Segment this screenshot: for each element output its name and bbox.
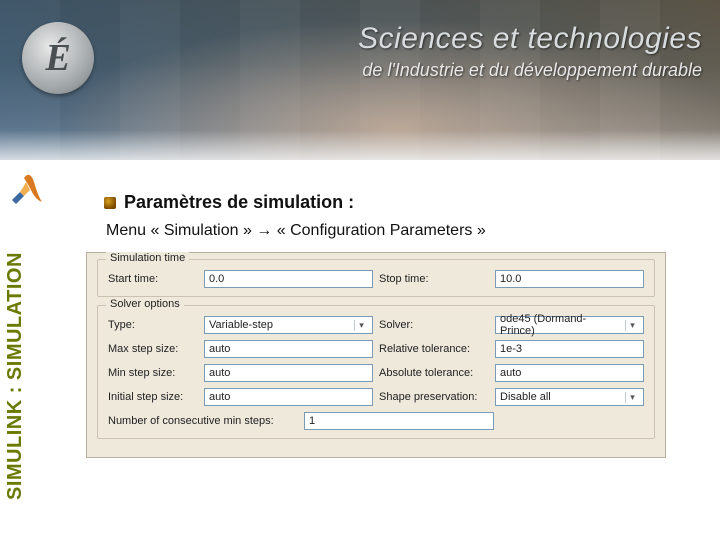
select-shape-pres[interactable]: Disable all ▾ [495,388,644,406]
input-consec-min[interactable]: 1 [304,412,494,430]
banner-subtitle: de l'Industrie et du développement durab… [358,60,702,81]
label-rel-tol: Relative tolerance: [379,343,489,355]
input-rel-tol[interactable]: 1e-3 [495,340,644,358]
menu-path-text: Menu « Simulation » → « Configuration Pa… [106,222,486,240]
label-solver: Solver: [379,319,489,331]
sidebar-label: SIMULINK : SIMULATION [4,252,27,500]
group-solver-options: Solver options Type: Variable-step ▾ Sol… [97,305,655,439]
label-consec-min: Number of consecutive min steps: [108,415,298,427]
label-type: Type: [108,319,198,331]
label-shape-pres: Shape preservation: [379,391,489,403]
label-stop-time: Stop time: [379,273,489,285]
select-solver[interactable]: ode45 (Dormand-Prince) ▾ [495,316,644,334]
select-type[interactable]: Variable-step ▾ [204,316,373,334]
bullet-icon [104,197,116,209]
chevron-down-icon: ▾ [625,320,639,331]
banner-title: Sciences et technologies [358,22,702,56]
banner-fade [0,130,720,190]
label-min-step: Min step size: [108,367,198,379]
section-heading: Paramètres de simulation : [104,192,354,213]
heading-text: Paramètres de simulation : [124,192,354,213]
label-abs-tol: Absolute tolerance: [379,367,489,379]
config-panel: Simulation time Start time: 0.0 Stop tim… [86,252,666,458]
banner-title-block: Sciences et technologies de l'Industrie … [358,22,702,81]
label-start-time: Start time: [108,273,198,285]
logo-badge-letter: É [45,36,70,80]
input-start-time[interactable]: 0.0 [204,270,373,288]
group-simulation-time: Simulation time Start time: 0.0 Stop tim… [97,259,655,297]
label-init-step: Initial step size: [108,391,198,403]
group-title-simtime: Simulation time [106,252,189,264]
group-title-solver: Solver options [106,298,184,310]
input-max-step[interactable]: auto [204,340,373,358]
input-abs-tol[interactable]: auto [495,364,644,382]
input-init-step[interactable]: auto [204,388,373,406]
input-min-step[interactable]: auto [204,364,373,382]
input-stop-time[interactable]: 10.0 [495,270,644,288]
chevron-down-icon: ▾ [354,320,368,331]
matlab-logo-icon [6,172,46,213]
chevron-down-icon: ▾ [625,392,639,403]
logo-badge: É [22,22,94,94]
label-max-step: Max step size: [108,343,198,355]
